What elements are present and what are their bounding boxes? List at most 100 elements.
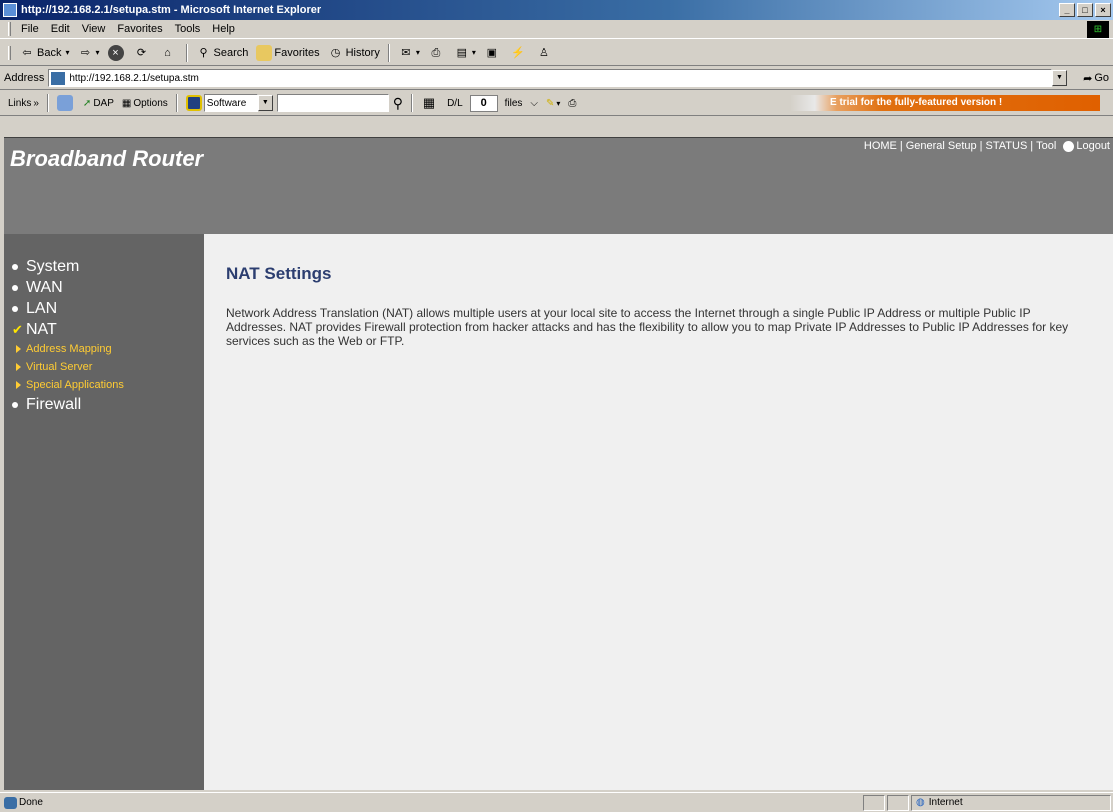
sidebar-item-wan[interactable]: WAN [4, 277, 204, 298]
software-dropdown-button[interactable]: ▼ [257, 95, 273, 111]
sidebar-item-lan[interactable]: LAN [4, 298, 204, 319]
standard-toolbar: ⇦ Back ▾ ⇨ ▾ × ⟳ ⌂ ⚲ Search Favorites ◷ H… [0, 40, 1113, 66]
status-zone: ◍ Internet [911, 794, 1111, 811]
address-label: Address [4, 72, 45, 84]
expand-button[interactable]: ⌵ [526, 98, 542, 109]
edit-icon: ▤ [456, 46, 468, 59]
lightning-button[interactable]: ⚡ [506, 43, 532, 63]
nav-status[interactable]: STATUS [983, 140, 1031, 152]
address-bar: Address http://192.168.2.1/setupa.stm ▼ … [0, 67, 1113, 90]
history-button[interactable]: ◷ History [324, 43, 384, 63]
mail-button[interactable]: ✉ ▾ [394, 43, 424, 63]
printer-small-button[interactable]: ⎙ [564, 98, 580, 109]
toolbar-grip[interactable] [8, 22, 11, 36]
forward-button[interactable]: ⇨ ▾ [73, 43, 103, 63]
software-search-input[interactable] [276, 94, 389, 112]
download-count: 0 [469, 94, 498, 112]
refresh-button[interactable]: ⟳ [130, 43, 156, 63]
top-navigation: HOME | General Setup | STATUS | Tool Log… [861, 140, 1113, 152]
dap-home-button[interactable] [53, 95, 79, 111]
mail-icon: ✉ [401, 46, 411, 59]
menu-view[interactable]: View [76, 23, 112, 35]
highlighter-icon: ✎ [546, 97, 555, 109]
chevron-down-icon: ▾ [415, 48, 420, 57]
arrow-right-icon [16, 363, 21, 371]
status-text: Done [19, 797, 43, 808]
history-icon: ◷ [330, 46, 341, 59]
stop-icon: × [107, 44, 124, 61]
nav-logout[interactable]: Logout [1076, 140, 1113, 152]
dap-arrow-icon: ➚ [82, 97, 92, 109]
software-select[interactable]: Software ▼ [182, 94, 277, 112]
menu-file[interactable]: File [15, 23, 45, 35]
trial-banner[interactable]: E trial for the fully-featured version ! [790, 95, 1100, 111]
home-button[interactable]: ⌂ [156, 43, 182, 63]
search-button[interactable]: ⚲ Search [192, 43, 253, 63]
toolbar-grip[interactable] [8, 45, 11, 60]
options-icon: ▦ [121, 97, 132, 109]
options-button[interactable]: ▦ Options [118, 98, 172, 109]
sidebar: System WAN LAN ✔ NAT Address Mapping Virt… [4, 234, 204, 790]
menu-edit[interactable]: Edit [45, 23, 76, 35]
chevron-down-icon: ▾ [65, 48, 70, 57]
sidebar-subitem-special-applications[interactable]: Special Applications [4, 376, 204, 394]
address-input[interactable]: http://192.168.2.1/setupa.stm [48, 69, 1052, 87]
window-title: http://192.168.2.1/setupa.stm - Microsof… [21, 4, 322, 16]
messenger-button[interactable]: ♙ [532, 43, 558, 63]
sidebar-item-system[interactable]: System [4, 256, 204, 277]
dl-grid-button[interactable]: ▦ [417, 95, 443, 111]
sidebar-item-nat[interactable]: ✔ NAT [4, 319, 204, 340]
sidebar-subitem-virtual-server[interactable]: Virtual Server [4, 358, 204, 376]
page-done-icon [4, 796, 17, 809]
dap-button[interactable]: ➚ DAP [79, 98, 118, 109]
close-button[interactable]: × [1095, 3, 1111, 17]
software-icon [185, 95, 202, 111]
dap-home-icon [56, 95, 73, 111]
nav-tool[interactable]: Tool [1033, 140, 1059, 152]
edit-button[interactable]: ▤ ▾ [450, 43, 480, 63]
minimize-button[interactable]: _ [1059, 3, 1075, 17]
messenger-icon: ♙ [538, 46, 549, 59]
printer-icon: ⎙ [431, 46, 441, 59]
menu-bar: File Edit View Favorites Tools Help ⊞ [0, 20, 1113, 39]
chevron-right-icon: » [33, 97, 39, 109]
nav-home[interactable]: HOME [861, 140, 900, 152]
highlight-button[interactable]: ✎ ▾ [542, 98, 564, 109]
page-content: Broadband Router HOME | General Setup | … [4, 137, 1113, 790]
files-label: files [504, 97, 523, 109]
back-arrow-icon: ⇦ [22, 46, 32, 59]
bullet-icon [12, 284, 18, 291]
nav-general-setup[interactable]: General Setup [903, 140, 980, 152]
go-arrow-icon: ➦ [1083, 72, 1093, 85]
menu-tools[interactable]: Tools [169, 23, 207, 35]
address-dropdown-button[interactable]: ▼ [1052, 70, 1067, 86]
search-icon: ⚲ [199, 46, 208, 59]
stop-button[interactable]: × [104, 43, 130, 63]
sidebar-item-firewall[interactable]: Firewall [4, 394, 204, 415]
discuss-button[interactable]: ▣ [480, 43, 506, 63]
sidebar-subitem-address-mapping[interactable]: Address Mapping [4, 340, 204, 358]
lightning-icon: ⚡ [511, 46, 525, 59]
dl-label: D/L [447, 97, 463, 109]
bullet-icon [12, 401, 18, 408]
forward-arrow-icon: ⇨ [80, 46, 91, 59]
windows-logo-icon: ⊞ [1087, 21, 1109, 38]
menu-favorites[interactable]: Favorites [111, 23, 168, 35]
main-panel: NAT Settings Network Address Translation… [204, 234, 1113, 790]
print-button[interactable]: ⎙ [424, 43, 450, 63]
router-header: Broadband Router HOME | General Setup | … [4, 138, 1113, 234]
links-button[interactable]: Links» [4, 98, 43, 109]
ie-icon [3, 3, 17, 17]
brand-title: Broadband Router [10, 146, 204, 171]
magnifier-icon: ⚲ [392, 94, 404, 111]
favorites-button[interactable]: Favorites [252, 43, 323, 63]
chevron-down-icon: ▾ [556, 98, 561, 108]
back-button[interactable]: ⇦ Back ▾ [15, 43, 73, 63]
double-chevron-icon: ⌵ [530, 97, 539, 109]
go-button[interactable]: ➦ Go [1067, 72, 1113, 85]
menu-help[interactable]: Help [206, 23, 241, 35]
home-icon: ⌂ [164, 46, 171, 59]
arrow-right-icon [16, 381, 21, 389]
maximize-button[interactable]: □ [1077, 3, 1093, 17]
software-search-button[interactable]: ⚲ [389, 95, 407, 112]
